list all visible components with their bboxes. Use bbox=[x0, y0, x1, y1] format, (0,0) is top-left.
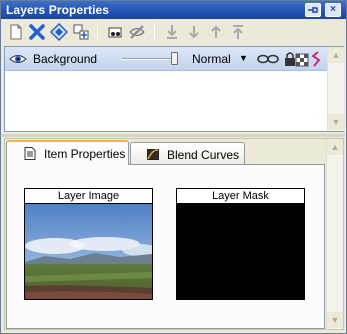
layer-row[interactable]: Background Normal ▼ bbox=[5, 47, 327, 71]
delete-layer-icon bbox=[29, 24, 45, 40]
eye-icon bbox=[9, 55, 27, 63]
move-up-icon bbox=[211, 25, 221, 38]
hide-all-button[interactable] bbox=[127, 22, 147, 42]
layer-style-icon bbox=[311, 51, 321, 67]
layer-mask-thumbnail[interactable]: Layer Mask bbox=[176, 188, 305, 300]
chevron-down-icon: ▼ bbox=[330, 315, 340, 325]
document-icon bbox=[24, 147, 36, 160]
chevron-up-icon: ▲ bbox=[331, 50, 341, 60]
scroll-up-button[interactable]: ▲ bbox=[327, 139, 343, 155]
duplicate-layer-button[interactable] bbox=[49, 22, 69, 42]
tab-label: Item Properties bbox=[44, 147, 126, 161]
mask-image bbox=[177, 204, 304, 299]
toolbar-separator bbox=[154, 23, 155, 41]
layer-properties-icon bbox=[73, 24, 89, 40]
pin-button[interactable] bbox=[305, 3, 321, 17]
opacity-slider[interactable] bbox=[122, 51, 182, 67]
scroll-down-button[interactable]: ▼ bbox=[327, 312, 343, 328]
layer-visibility-toggle[interactable] bbox=[9, 52, 27, 66]
new-layer-button[interactable] bbox=[6, 22, 26, 42]
blend-mode-select[interactable]: Normal ▼ bbox=[190, 50, 250, 68]
move-up-button[interactable] bbox=[206, 22, 226, 42]
hide-all-icon bbox=[129, 25, 145, 39]
item-properties-content: Layer Image Layer Mask bbox=[6, 164, 325, 329]
scroll-up-button[interactable]: ▲ bbox=[328, 47, 344, 63]
layer-image-title: Layer Image bbox=[25, 189, 152, 204]
toolbar-separator bbox=[97, 23, 98, 41]
move-down-button[interactable] bbox=[184, 22, 204, 42]
layers-scrollbar[interactable]: ▲ ▼ bbox=[327, 47, 344, 131]
tab-blend-curves[interactable]: Blend Curves bbox=[130, 142, 245, 164]
mask-link-icon bbox=[257, 54, 279, 64]
chevron-up-icon: ▲ bbox=[330, 142, 340, 152]
show-all-button[interactable] bbox=[105, 22, 125, 42]
pin-icon bbox=[308, 7, 318, 13]
tab-item-properties[interactable]: Item Properties bbox=[6, 140, 129, 165]
chevron-down-icon: ▼ bbox=[239, 53, 248, 63]
merge-down-icon bbox=[167, 25, 177, 39]
layers-list: Background Normal ▼ ▲ ▼ bbox=[4, 46, 344, 132]
layer-properties-button[interactable] bbox=[71, 22, 91, 42]
landscape-image bbox=[25, 204, 152, 299]
mask-link-button[interactable] bbox=[257, 51, 279, 67]
tab-label: Blend Curves bbox=[167, 148, 240, 162]
scroll-down-button[interactable]: ▼ bbox=[328, 114, 344, 130]
delete-layer-button[interactable] bbox=[27, 22, 47, 42]
transparency-lock-button[interactable] bbox=[295, 51, 309, 67]
move-down-icon bbox=[189, 26, 199, 39]
title-bar[interactable]: Layers Properties × bbox=[1, 1, 346, 19]
blend-curves-icon bbox=[147, 149, 159, 160]
close-icon: × bbox=[330, 4, 336, 15]
transparency-icon bbox=[295, 53, 309, 67]
layer-style-button[interactable] bbox=[311, 51, 321, 67]
properties-scrollbar[interactable]: ▲ ▼ bbox=[326, 139, 343, 329]
slider-track bbox=[122, 58, 174, 60]
duplicate-layer-icon bbox=[49, 22, 69, 42]
layers-toolbar bbox=[2, 20, 345, 44]
close-button[interactable]: × bbox=[325, 3, 341, 17]
layers-properties-window: Layers Properties × Background Normal ▼ … bbox=[0, 0, 347, 334]
new-layer-icon bbox=[10, 24, 22, 40]
slider-thumb[interactable] bbox=[171, 52, 178, 65]
show-all-icon bbox=[108, 27, 122, 38]
layer-image-thumbnail[interactable]: Layer Image bbox=[24, 188, 153, 300]
move-to-top-button[interactable] bbox=[228, 22, 248, 42]
layer-mask-title: Layer Mask bbox=[177, 189, 304, 204]
layer-name[interactable]: Background bbox=[33, 52, 97, 66]
move-to-top-icon bbox=[233, 25, 243, 39]
merge-down-button[interactable] bbox=[162, 22, 182, 42]
window-title: Layers Properties bbox=[6, 3, 110, 17]
panel-splitter[interactable] bbox=[2, 134, 345, 137]
blend-mode-value: Normal bbox=[192, 52, 231, 66]
properties-panel: Item Properties Blend Curves Layer Image bbox=[4, 138, 344, 330]
chevron-down-icon: ▼ bbox=[331, 117, 341, 127]
